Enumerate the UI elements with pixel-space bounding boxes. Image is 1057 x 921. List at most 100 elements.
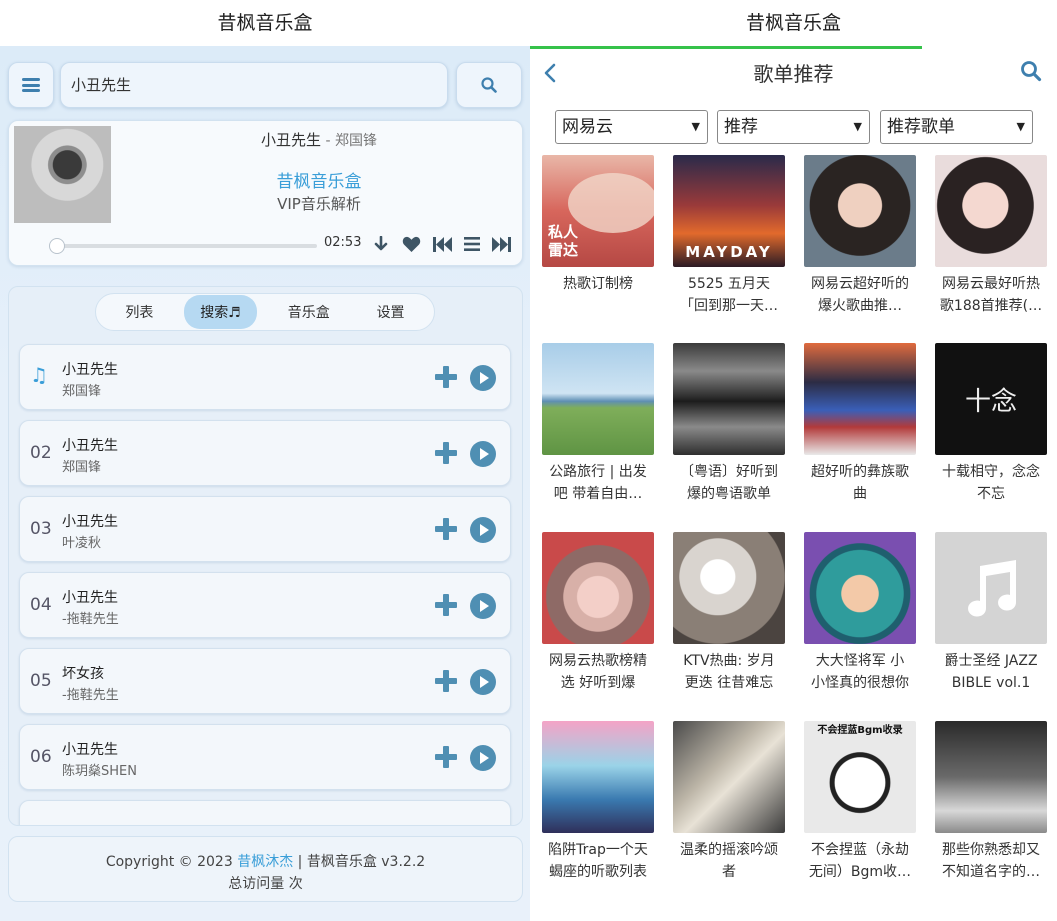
song-index: 05: [30, 671, 52, 691]
playlist-card[interactable]: 大大怪将军 小小怪真的很想你: [804, 532, 918, 712]
playlist-cover: [542, 721, 654, 833]
playlist-button[interactable]: [462, 234, 482, 254]
playlist-cover: MAYDAY: [673, 155, 785, 267]
content-card: 列表 搜索♬ 音乐盒 设置 ♫ 小丑先生 郑国锋 02 小丑先生 郑国锋 03 …: [8, 286, 523, 826]
left-panel: 昔枫音乐盒 小丑先生 小丑先生 - 郑国锋 昔枫音乐盒 VIP音乐解析 02:5…: [0, 0, 530, 921]
song-artist: -拖鞋先生: [62, 688, 119, 703]
playlist-cover: [673, 532, 785, 644]
search-button[interactable]: [456, 62, 522, 108]
now-playing-line: 小丑先生 - 郑国锋: [119, 129, 519, 150]
progress-knob[interactable]: [49, 238, 65, 254]
favorite-button[interactable]: [401, 234, 421, 254]
playlist-name: 热歌订制榜: [563, 276, 633, 292]
previous-button[interactable]: [432, 234, 452, 254]
playlist-name: 温柔的摇滚吟颂者: [680, 842, 778, 880]
play-icon[interactable]: [470, 745, 496, 771]
playlist-name: 5525 五月天 「回到那一天…: [680, 276, 778, 314]
song-index: 06: [30, 747, 52, 767]
song-title: 小丑先生: [62, 362, 118, 378]
type-select[interactable]: 推荐歌单 ▼: [880, 110, 1033, 144]
playlist-card[interactable]: 〔粤语〕好听到 爆的粤语歌单: [673, 343, 787, 523]
footer: Copyright © 2023 昔枫沐杰 | 昔枫音乐盒 v3.2.2 总访问…: [8, 836, 523, 902]
song-row[interactable]: 03 小丑先生 叶凌秋: [19, 496, 511, 562]
song-row[interactable]: 04 小丑先生 -拖鞋先生: [19, 572, 511, 638]
category-select-value: 推荐: [724, 117, 758, 137]
tab-music-box[interactable]: 音乐盒: [272, 295, 346, 329]
playlist-card[interactable]: 不会捏蓝Bgm收录 不会捏蓝（永劫 无间）Bgm收…: [804, 721, 918, 901]
page-title: 歌单推荐: [753, 62, 834, 86]
add-icon[interactable]: [434, 593, 458, 617]
brand-title: 昔枫音乐盒: [276, 172, 362, 192]
footer-copyright-line: Copyright © 2023 昔枫沐杰 | 昔枫音乐盒 v3.2.2: [9, 851, 522, 873]
cover-text: 私人雷达: [548, 223, 579, 259]
playlist-card[interactable]: KTV热曲: 岁月 更迭 往昔难忘: [673, 532, 787, 712]
play-icon[interactable]: [470, 669, 496, 695]
category-select[interactable]: 推荐 ▼: [717, 110, 870, 144]
type-select-value: 推荐歌单: [887, 117, 955, 137]
author-link[interactable]: 昔枫沐杰: [237, 854, 293, 870]
play-icon[interactable]: [470, 441, 496, 467]
right-panel: 昔枫音乐盒 歌单推荐 网易云 ▼ 推荐 ▼ 推荐歌单 ▼ 私人雷达 热歌订制榜 MAY…: [530, 0, 1057, 921]
cover-text: 十念: [964, 387, 1017, 417]
play-icon[interactable]: [470, 365, 496, 391]
play-icon[interactable]: [470, 593, 496, 619]
playlist-cover: [935, 721, 1047, 833]
playlist-card[interactable]: 陷阱Trap一个天 蝎座的听歌列表: [542, 721, 656, 901]
add-icon[interactable]: [434, 517, 458, 541]
download-button[interactable]: [371, 234, 391, 254]
song-row[interactable]: 06 小丑先生 陈玥燊SHEN: [19, 724, 511, 790]
playlist-card[interactable]: 网易云最好听热 歌188首推荐(…: [935, 155, 1049, 335]
source-select[interactable]: 网易云 ▼: [555, 110, 708, 144]
playlist-card[interactable]: 那些你熟悉却又 不知道名字的…: [935, 721, 1049, 901]
playlist-name: 不会捏蓝（永劫 无间）Bgm收…: [808, 842, 912, 880]
playlist-card[interactable]: 温柔的摇滚吟颂者: [673, 721, 787, 901]
time-display: 02:53: [324, 235, 362, 250]
add-icon[interactable]: [434, 365, 458, 389]
playlist-name: 那些你熟悉却又 不知道名字的…: [942, 842, 1040, 880]
playlist-card[interactable]: 网易云热歌榜精选 好听到爆: [542, 532, 656, 712]
album-cover[interactable]: [14, 126, 111, 223]
song-row-partial[interactable]: [19, 800, 511, 825]
song-artist: 郑国锋: [62, 384, 102, 399]
playlist-card[interactable]: 超好听的彝族歌曲: [804, 343, 918, 523]
loading-bar: [530, 46, 922, 49]
add-icon[interactable]: [434, 745, 458, 769]
progress-bar[interactable]: [49, 238, 317, 254]
music-note-icon: [968, 560, 1017, 617]
playlist-card[interactable]: MAYDAY 5525 五月天 「回到那一天…: [673, 155, 787, 335]
playlist-name: 〔粤语〕好听到 爆的粤语歌单: [680, 464, 778, 502]
song-title: 坏女孩: [62, 666, 104, 682]
song-index: 03: [30, 519, 52, 539]
hamburger-icon: [22, 78, 40, 92]
song-title: 小丑先生: [62, 514, 118, 530]
search-icon: [481, 77, 497, 93]
left-body: 小丑先生 小丑先生 - 郑国锋 昔枫音乐盒 VIP音乐解析 02:53 列表 搜…: [0, 46, 530, 921]
search-input[interactable]: 小丑先生: [60, 62, 448, 108]
tab-settings[interactable]: 设置: [361, 295, 421, 329]
playing-note-icon: ♫: [30, 363, 48, 387]
play-icon[interactable]: [470, 517, 496, 543]
song-row[interactable]: 02 小丑先生 郑国锋: [19, 420, 511, 486]
playlist-card[interactable]: 十念 十载相守，念念 不忘: [935, 343, 1049, 523]
tab-search[interactable]: 搜索♬: [184, 295, 257, 329]
menu-button[interactable]: [8, 62, 54, 108]
playlist-card[interactable]: 网易云超好听的 爆火歌曲推…: [804, 155, 918, 335]
now-playing-song: 小丑先生: [261, 131, 322, 149]
tab-list[interactable]: 列表: [109, 295, 169, 329]
dropdown-arrow-icon: ▼: [1016, 120, 1025, 133]
next-button[interactable]: [491, 234, 511, 254]
cover-text: 不会捏蓝Bgm收录: [817, 725, 903, 736]
add-icon[interactable]: [434, 441, 458, 465]
playlist-card[interactable]: 私人雷达 热歌订制榜: [542, 155, 656, 335]
song-row[interactable]: 05 坏女孩 -拖鞋先生: [19, 648, 511, 714]
song-artist: 陈玥燊SHEN: [62, 764, 137, 779]
search-icon[interactable]: [1020, 60, 1042, 82]
source-select-value: 网易云: [562, 117, 613, 137]
playlist-name: 陷阱Trap一个天 蝎座的听歌列表: [548, 842, 648, 880]
previous-icon: [432, 236, 452, 252]
playlist-name: 网易云超好听的 爆火歌曲推…: [811, 276, 909, 314]
playlist-card[interactable]: 爵士圣经 JAZZ BIBLE vol.1: [935, 532, 1049, 712]
playlist-card[interactable]: 公路旅行 | 出发吧 带着自由…: [542, 343, 656, 523]
song-row[interactable]: ♫ 小丑先生 郑国锋: [19, 344, 511, 410]
add-icon[interactable]: [434, 669, 458, 693]
